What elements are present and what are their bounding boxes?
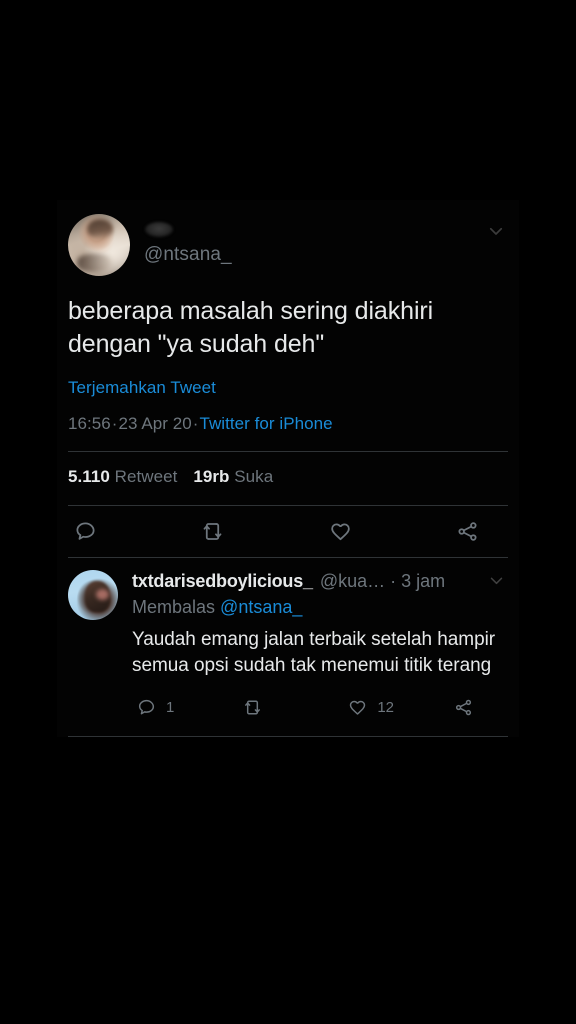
- reply-action-bar: 1 12: [132, 679, 519, 718]
- tweet-metadata: 16:56·23 Apr 20·Twitter for iPhone: [57, 398, 519, 434]
- replying-to: Membalas @ntsana_: [132, 592, 519, 619]
- replying-to-prefix: Membalas: [132, 597, 216, 617]
- tweet-header: @ntsana_: [57, 200, 519, 282]
- retweet-button[interactable]: [200, 519, 327, 544]
- tweet-source-link[interactable]: Twitter for iPhone: [199, 414, 332, 433]
- divider-below-reply: [68, 736, 508, 737]
- retweet-button[interactable]: [242, 697, 348, 718]
- like-icon: [330, 523, 350, 541]
- tweet-action-bar: [57, 506, 519, 557]
- tweet-detail-view: @ntsana_ beberapa masalah sering diakhir…: [57, 200, 519, 737]
- like-count: 12: [377, 698, 395, 716]
- reply-handle[interactable]: @kua…: [320, 570, 385, 592]
- reply-icon: [138, 699, 155, 715]
- retweet-count: 5.110: [68, 467, 110, 486]
- tweet-stats: 5.110 Retweet 19rb Suka: [57, 452, 519, 488]
- screenshot-frame: @ntsana_ beberapa masalah sering diakhir…: [0, 0, 576, 1024]
- user-handle[interactable]: @ntsana_: [144, 244, 519, 266]
- name-block: @ntsana_: [144, 214, 519, 266]
- avatar[interactable]: [68, 214, 130, 276]
- reply-separator: ·: [390, 571, 397, 591]
- reply-timestamp: 3 jam: [401, 571, 446, 591]
- reply-button[interactable]: [73, 519, 200, 544]
- tweet-date: 23 Apr 20: [118, 414, 192, 433]
- reply-button[interactable]: 1: [136, 697, 242, 718]
- reply-item[interactable]: txtdarisedboylicious_ @kua… · 3 jam Memb…: [57, 558, 519, 737]
- like-button[interactable]: 12: [347, 697, 453, 718]
- like-count: 19rb: [193, 467, 230, 486]
- replying-to-handle[interactable]: @ntsana_: [220, 597, 302, 617]
- reply-icon: [76, 522, 95, 540]
- like-icon: [350, 700, 366, 715]
- reply-body: txtdarisedboylicious_ @kua… · 3 jam Memb…: [68, 570, 519, 737]
- like-button[interactable]: [328, 519, 455, 544]
- reply-header: txtdarisedboylicious_ @kua… · 3 jam: [132, 570, 519, 592]
- retweet-label: Retweet: [114, 467, 178, 486]
- avatar[interactable]: [68, 570, 118, 620]
- tweet-time: 16:56: [68, 414, 111, 433]
- reply-display-name[interactable]: txtdarisedboylicious_: [132, 570, 313, 592]
- tweet-text: beberapa masalah sering diakhiri dengan …: [68, 297, 434, 358]
- reply-text: Yaudah emang jalan terbaik setelah hampi…: [132, 629, 496, 676]
- share-icon: [458, 522, 477, 541]
- meta-separator-1: ·: [111, 414, 118, 433]
- share-icon: [455, 699, 472, 716]
- translate-tweet-link[interactable]: Terjemahkan Tweet: [57, 361, 519, 398]
- retweet-icon: [203, 523, 222, 540]
- share-button[interactable]: [455, 519, 489, 544]
- like-label: Suka: [234, 467, 274, 486]
- stat-retweets[interactable]: 5.110 Retweet: [68, 467, 177, 486]
- display-name-redacted: [145, 222, 173, 237]
- reply-count: 1: [166, 698, 175, 716]
- share-button[interactable]: [453, 697, 483, 718]
- retweet-icon: [244, 700, 260, 715]
- chevron-down-icon[interactable]: [487, 222, 505, 240]
- chevron-down-icon[interactable]: [488, 572, 505, 589]
- tweet-main[interactable]: @ntsana_ beberapa masalah sering diakhir…: [57, 200, 519, 558]
- stat-likes[interactable]: 19rb Suka: [193, 467, 273, 486]
